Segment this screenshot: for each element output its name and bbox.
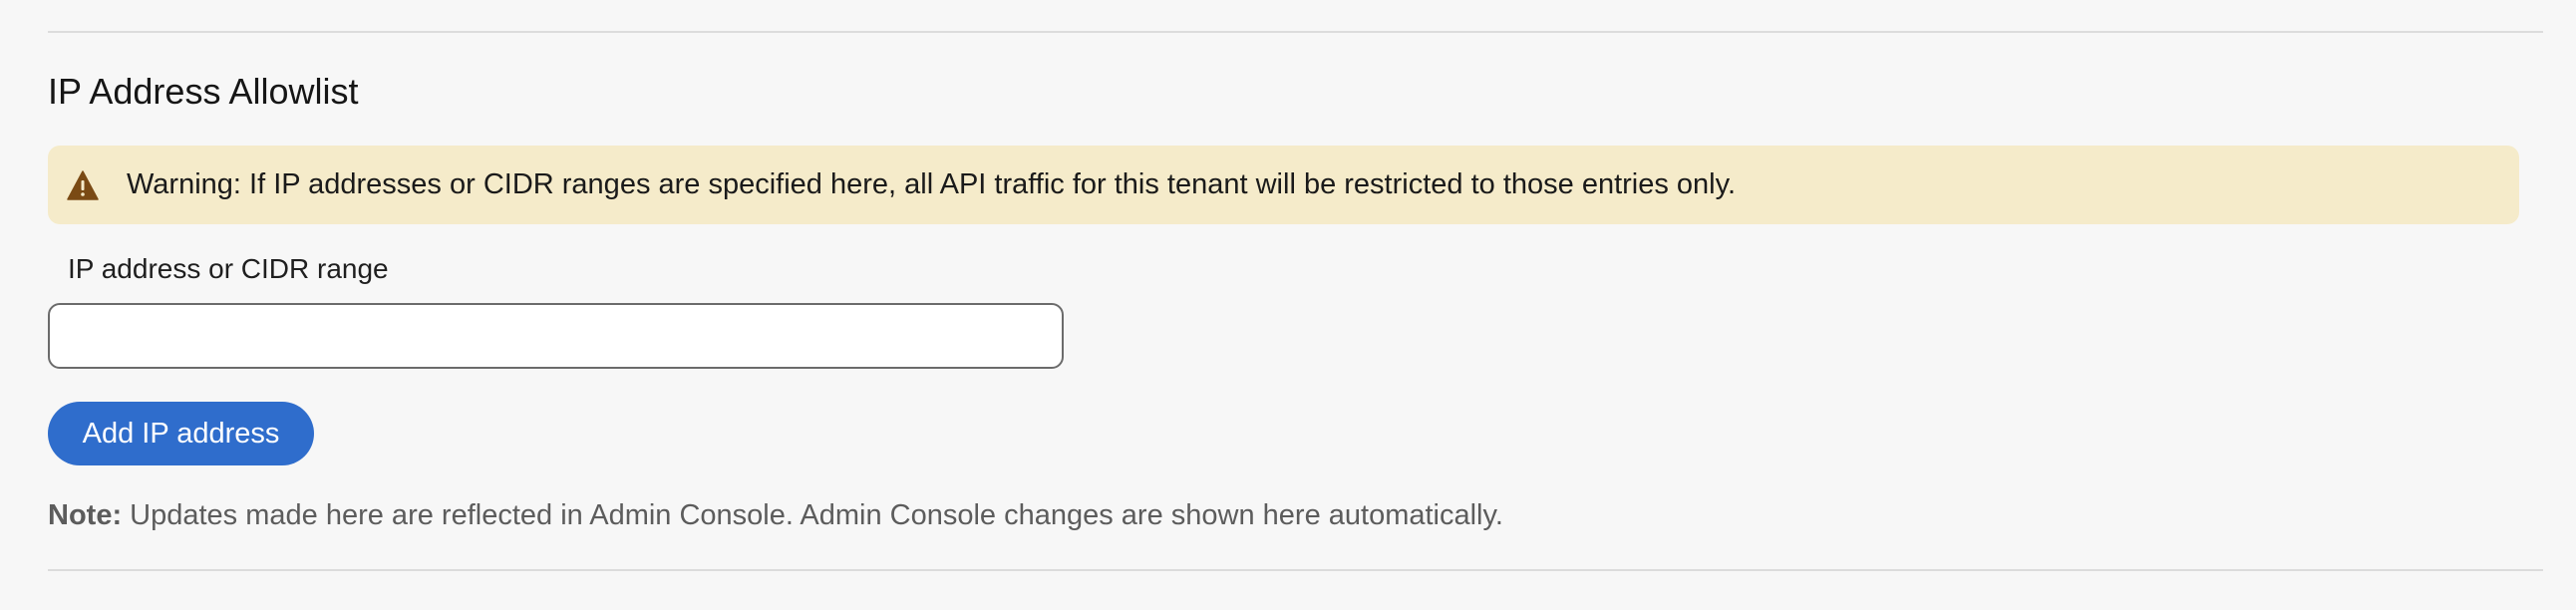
section-title: IP Address Allowlist	[48, 71, 359, 112]
ip-field-label: IP address or CIDR range	[68, 253, 389, 284]
warning-banner: Warning: If IP addresses or CIDR ranges …	[48, 146, 2519, 224]
add-ip-address-button[interactable]: Add IP address	[48, 402, 314, 465]
note-text: Note: Updates made here are reflected in…	[48, 495, 1503, 535]
ip-address-input[interactable]	[48, 303, 1064, 369]
warning-triangle-icon	[67, 170, 99, 200]
warning-text: Warning: If IP addresses or CIDR ranges …	[127, 168, 1737, 200]
note-label: Note:	[48, 499, 123, 531]
top-divider	[48, 31, 2543, 33]
note-body: Updates made here are reflected in Admin…	[122, 499, 1503, 531]
bottom-divider	[48, 569, 2543, 571]
